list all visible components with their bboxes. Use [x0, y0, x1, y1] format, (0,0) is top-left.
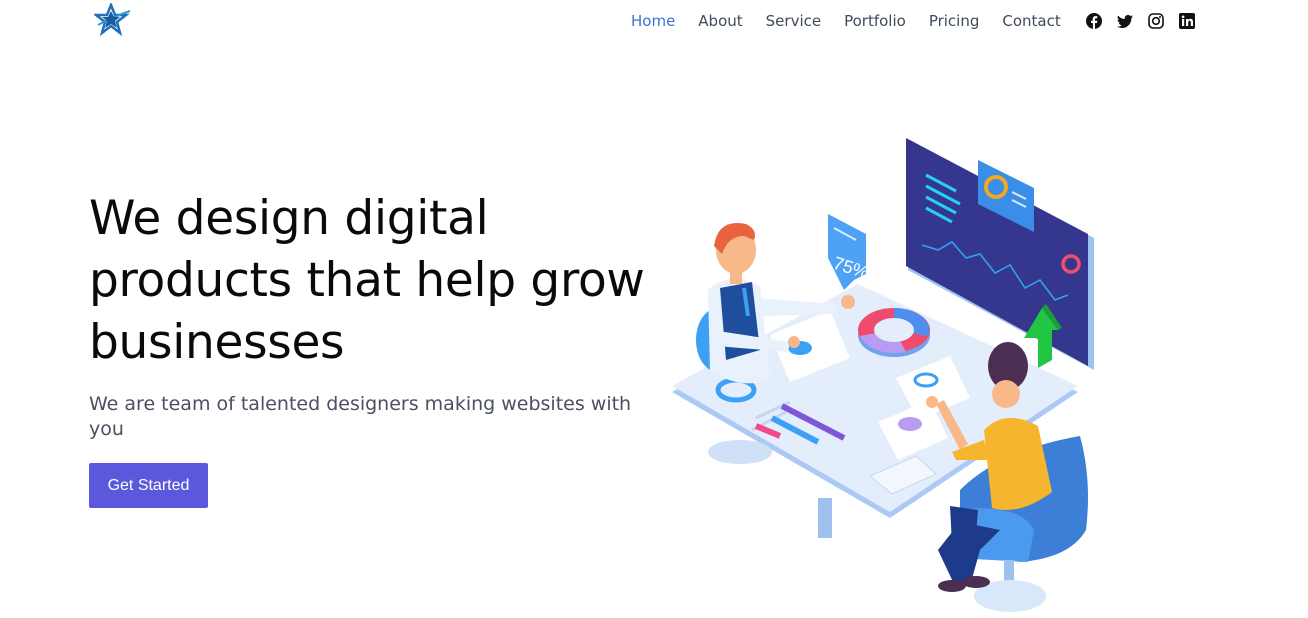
nav-item-home[interactable]: Home [631, 12, 675, 30]
percentage-badge: 75% [828, 214, 871, 290]
star-logo-icon[interactable] [94, 3, 132, 37]
nav-item-about[interactable]: About [698, 12, 742, 30]
nav-item-pricing[interactable]: Pricing [929, 12, 980, 30]
main-nav: Home About Service Portfolio Pricing Con… [631, 10, 1209, 32]
hero-title: We design digital products that help gro… [89, 191, 645, 370]
nav-item-portfolio[interactable]: Portfolio [844, 12, 906, 30]
nav-item-service[interactable]: Service [766, 12, 821, 30]
hero-subtitle: We are team of talented designers making… [89, 393, 632, 440]
twitter-icon[interactable] [1116, 12, 1134, 30]
instagram-icon[interactable] [1147, 12, 1165, 30]
social-links [1085, 12, 1209, 30]
linkedin-icon[interactable] [1178, 12, 1196, 30]
get-started-button[interactable]: Get Started [89, 463, 208, 508]
nav-item-contact[interactable]: Contact [1002, 12, 1060, 30]
facebook-icon[interactable] [1085, 12, 1103, 30]
donut-chart [858, 308, 930, 357]
team-meeting-illustration: 75% [672, 138, 1094, 612]
